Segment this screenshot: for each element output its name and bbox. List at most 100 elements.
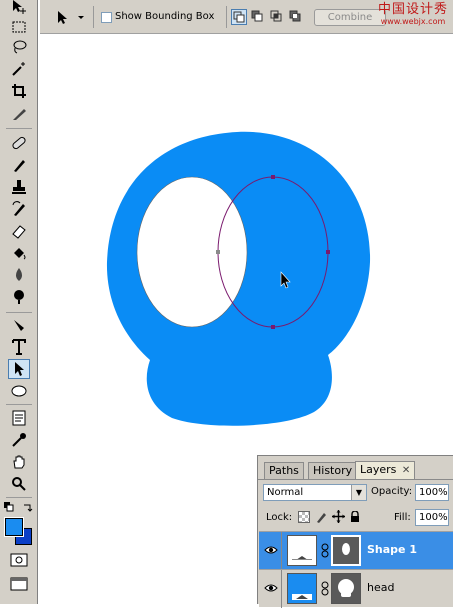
- notes-tool[interactable]: [8, 408, 30, 428]
- tab-history[interactable]: History: [308, 462, 358, 479]
- vector-mask-thumbnail-shape-1[interactable]: [331, 535, 361, 566]
- subtract-from-area-icon: [251, 10, 263, 22]
- options-bar: Show Bounding Box Combine 中国设计秀 www.webj…: [40, 0, 453, 34]
- opacity-label: Opacity:: [371, 486, 413, 497]
- anchor-point-top[interactable]: [271, 175, 275, 179]
- dodge-tool[interactable]: [8, 287, 30, 307]
- magic-wand-icon: [12, 62, 25, 76]
- chain-link-icon[interactable]: [321, 581, 329, 596]
- move-icon: [13, 0, 26, 14]
- divider: [226, 6, 227, 28]
- droplet-icon: [16, 268, 22, 281]
- toolbox-separator: [6, 497, 32, 498]
- tab-layers[interactable]: Layers ✕: [355, 461, 416, 479]
- shape-area-exclude-button[interactable]: [288, 9, 304, 25]
- lock-label: Lock:: [266, 512, 293, 523]
- paint-bucket-icon: [14, 248, 26, 260]
- watermark-line2: www.webjx.com: [380, 17, 446, 26]
- swap-colors-icon[interactable]: [23, 502, 33, 512]
- vector-fill-icon: [292, 594, 312, 600]
- magic-wand-tool[interactable]: [8, 59, 30, 79]
- close-tab-icon[interactable]: ✕: [402, 465, 410, 476]
- hand-icon: [13, 455, 25, 469]
- dodge-icon: [14, 290, 24, 304]
- watermark-line1: 中国设计秀: [377, 2, 448, 17]
- healing-brush-tool[interactable]: [8, 133, 30, 153]
- ellipse-tool[interactable]: [8, 381, 30, 401]
- zoom-icon: [12, 477, 26, 491]
- blend-mode-value: Normal: [267, 487, 304, 498]
- layer-name-head: head: [367, 581, 395, 594]
- anchor-point-bottom[interactable]: [271, 325, 275, 329]
- slice-tool[interactable]: [8, 104, 30, 124]
- path-selection-arrow-icon: [58, 11, 84, 24]
- divider: [93, 6, 94, 28]
- toolbox-separator: [6, 312, 32, 313]
- tab-layers-label: Layers: [360, 463, 397, 476]
- default-colors-icon[interactable]: [4, 502, 14, 512]
- vector-fill-icon: [292, 556, 312, 560]
- toolbox-separator: [6, 404, 32, 405]
- tab-divider: [258, 479, 453, 480]
- eraser-tool[interactable]: [8, 221, 30, 241]
- screen-mode-button[interactable]: [9, 576, 29, 592]
- pen-tool[interactable]: [8, 316, 30, 336]
- marquee-icon: [12, 21, 26, 33]
- tab-paths[interactable]: Paths: [264, 462, 304, 479]
- show-bounding-box-label: Show Bounding Box: [115, 11, 215, 22]
- layer-thumbnail-head: [287, 573, 317, 604]
- quick-mask-icon: [10, 553, 28, 567]
- zoom-tool[interactable]: [8, 474, 30, 494]
- clone-stamp-tool[interactable]: [8, 177, 30, 197]
- hand-tool[interactable]: [8, 452, 30, 472]
- path-selection-tool[interactable]: [8, 359, 30, 379]
- shape-area-add-button[interactable]: [231, 9, 247, 25]
- vector-mask-thumbnail-head[interactable]: [331, 573, 361, 604]
- lasso-tool[interactable]: [8, 37, 30, 57]
- shape-area-intersect-button[interactable]: [269, 9, 285, 25]
- notes-icon: [12, 410, 26, 426]
- lock-position-icon[interactable]: [332, 510, 345, 523]
- tool-preset-picker[interactable]: [54, 9, 86, 25]
- tab-history-label: History: [313, 464, 353, 477]
- pen-icon: [14, 320, 24, 331]
- layer-row-head[interactable]: head: [259, 569, 453, 608]
- brush-tool[interactable]: [8, 155, 30, 175]
- slice-icon: [13, 109, 26, 120]
- blur-tool[interactable]: [8, 265, 30, 285]
- toolbox: [0, 0, 38, 604]
- anchor-point-left[interactable]: [216, 250, 220, 254]
- watermark: 中国设计秀 www.webjx.com: [373, 2, 453, 32]
- brush-icon: [14, 160, 25, 172]
- move-tool[interactable]: [8, 0, 30, 17]
- fill-label: Fill:: [394, 512, 411, 523]
- lock-all-icon[interactable]: [350, 510, 360, 523]
- type-icon: [12, 339, 26, 355]
- lasso-icon: [13, 40, 27, 54]
- layer-row-shape-1[interactable]: Shape 1: [259, 531, 453, 570]
- shape-area-subtract-button[interactable]: [250, 9, 266, 25]
- eyedropper-tool[interactable]: [8, 430, 30, 450]
- foreground-color-swatch[interactable]: [4, 517, 24, 537]
- show-bounding-box-checkbox[interactable]: [101, 12, 112, 23]
- quick-mask-button[interactable]: [9, 552, 29, 568]
- blend-mode-select[interactable]: Normal ▼: [263, 484, 367, 501]
- anchor-point-right[interactable]: [326, 250, 330, 254]
- path-selection-icon: [15, 362, 24, 376]
- fill-field[interactable]: 100%: [415, 509, 449, 526]
- paint-bucket-tool[interactable]: [8, 243, 30, 263]
- tab-paths-label: Paths: [269, 464, 299, 477]
- history-brush-tool[interactable]: [8, 199, 30, 219]
- type-tool[interactable]: [8, 337, 30, 357]
- opacity-field[interactable]: 100%: [415, 484, 449, 501]
- lock-transparency-icon[interactable]: [298, 511, 310, 523]
- marquee-tool[interactable]: [8, 17, 30, 37]
- visibility-eye-icon[interactable]: [264, 544, 278, 556]
- crop-tool[interactable]: [8, 81, 30, 101]
- fill-value: 100%: [419, 512, 448, 523]
- lock-image-icon[interactable]: [315, 511, 327, 523]
- history-brush-icon: [12, 201, 25, 216]
- visibility-eye-icon[interactable]: [264, 582, 278, 594]
- chain-link-icon[interactable]: [321, 543, 329, 558]
- eraser-icon: [12, 225, 26, 239]
